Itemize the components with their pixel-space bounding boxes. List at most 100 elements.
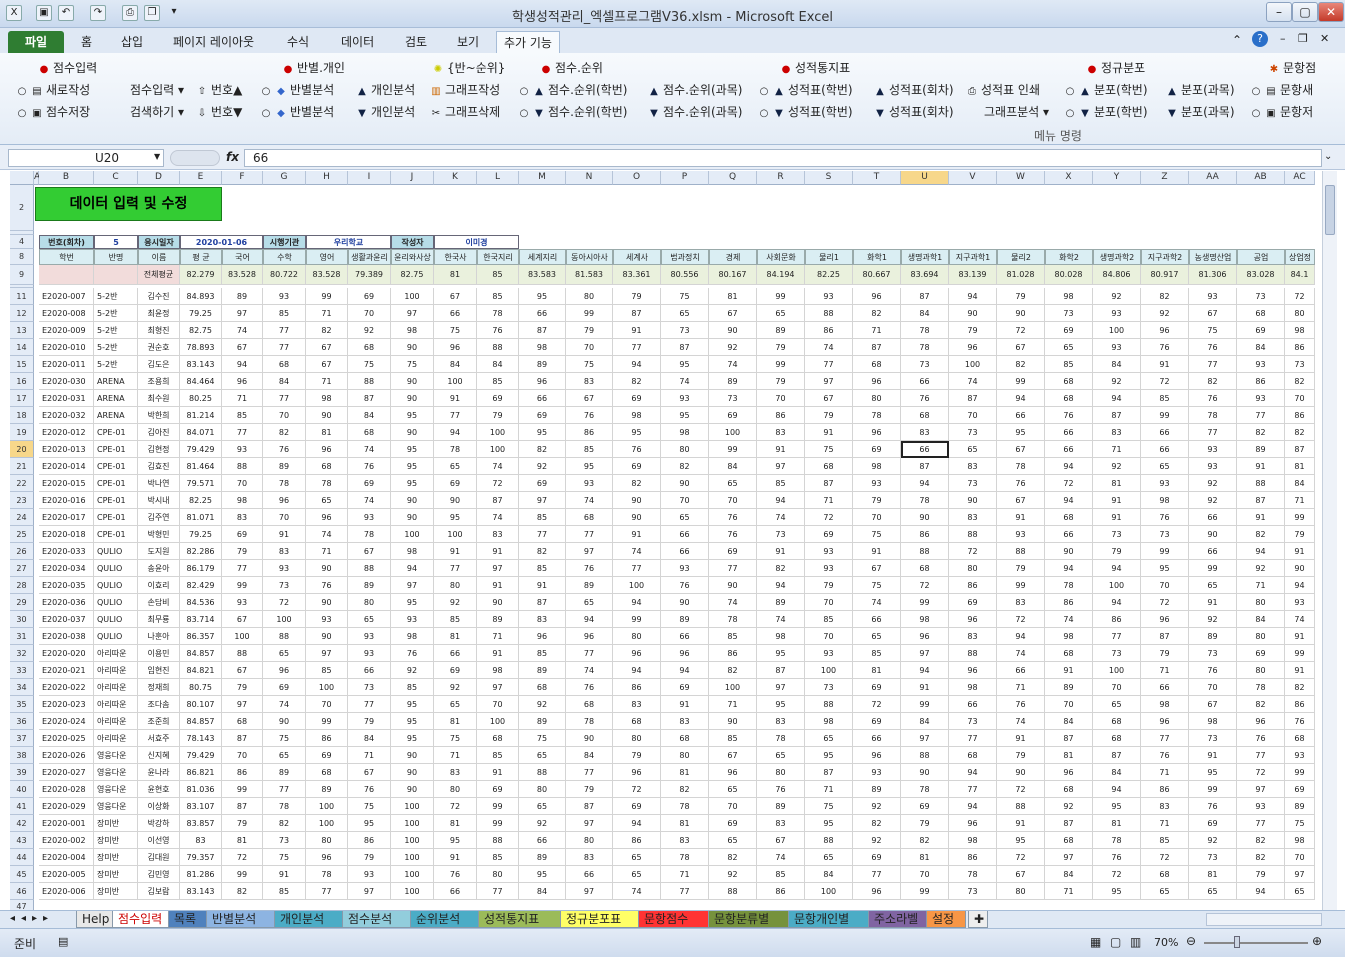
data-cell[interactable]: 82.429	[180, 577, 222, 594]
data-cell[interactable]: 78	[949, 866, 997, 883]
data-cell[interactable]: 94	[613, 815, 661, 832]
data-cell[interactable]: E2020-016	[39, 492, 94, 509]
data-cell[interactable]: 78	[901, 339, 949, 356]
data-cell[interactable]: 99	[222, 577, 263, 594]
data-cell[interactable]: 68	[1045, 373, 1093, 390]
data-cell[interactable]: 69	[613, 458, 661, 475]
data-cell[interactable]: 98	[1045, 628, 1093, 645]
data-cell[interactable]: 83	[566, 373, 613, 390]
name-box[interactable]: U20	[8, 149, 164, 167]
data-cell[interactable]: 91	[805, 424, 853, 441]
row-header-40[interactable]: 40	[10, 781, 34, 798]
data-cell[interactable]: 91	[1189, 594, 1237, 611]
data-cell[interactable]: 66	[997, 662, 1045, 679]
data-cell[interactable]: 80	[661, 747, 709, 764]
data-cell[interactable]: 100	[263, 611, 306, 628]
data-cell[interactable]: 70	[1045, 696, 1093, 713]
data-cell[interactable]: 72	[222, 849, 263, 866]
data-cell[interactable]: 84	[1285, 475, 1315, 492]
row-header-24[interactable]: 24	[10, 509, 34, 526]
avg-value-cell[interactable]: 80.167	[709, 265, 757, 285]
data-cell[interactable]: 67	[997, 441, 1045, 458]
data-cell[interactable]: 71	[805, 781, 853, 798]
data-cell[interactable]: 96	[519, 373, 566, 390]
data-cell[interactable]: 아리따운	[94, 730, 138, 747]
data-cell[interactable]: 86	[1285, 339, 1315, 356]
data-cell[interactable]: 68	[348, 339, 391, 356]
data-cell[interactable]: 82	[853, 305, 901, 322]
row-header-2[interactable]: 2	[10, 185, 34, 231]
header-cell[interactable]: 평 균	[180, 249, 222, 265]
data-cell[interactable]: 81.286	[180, 866, 222, 883]
data-cell[interactable]: 96	[853, 288, 901, 305]
data-cell[interactable]: 89	[757, 798, 805, 815]
data-cell[interactable]: 68	[661, 730, 709, 747]
data-cell[interactable]: 65	[1189, 883, 1237, 900]
header-cell[interactable]: 화학2	[1045, 249, 1093, 265]
data-cell[interactable]: 81	[434, 628, 477, 645]
data-cell[interactable]: 91	[613, 322, 661, 339]
data-cell[interactable]: 69	[853, 713, 901, 730]
data-cell[interactable]: 70	[477, 696, 519, 713]
data-cell[interactable]: 72	[949, 543, 997, 560]
data-cell[interactable]: 86	[613, 832, 661, 849]
data-cell[interactable]: 74	[477, 509, 519, 526]
data-cell[interactable]: 김효진	[138, 458, 180, 475]
data-cell[interactable]: 71	[348, 747, 391, 764]
sheet-title-box[interactable]: 데이터 입력 및 수정	[35, 187, 222, 221]
report-print-button[interactable]: ⎙ 성적표 인쇄	[966, 81, 1040, 98]
data-cell[interactable]: 92	[434, 594, 477, 611]
data-cell[interactable]: 67	[306, 356, 348, 373]
data-cell[interactable]: 66	[1141, 441, 1189, 458]
sheet-tab[interactable]: 문항점수	[638, 911, 712, 928]
data-cell[interactable]: 88	[519, 764, 566, 781]
data-cell[interactable]: 93	[1189, 458, 1237, 475]
data-cell[interactable]: 79	[757, 339, 805, 356]
row-header-15[interactable]: 15	[10, 356, 34, 373]
data-cell[interactable]: 69	[901, 798, 949, 815]
data-cell[interactable]: 81.036	[180, 781, 222, 798]
search-dropdown[interactable]: 검색하기 ▾	[130, 103, 184, 120]
data-cell[interactable]: 69	[1237, 645, 1285, 662]
data-cell[interactable]: 70	[566, 339, 613, 356]
data-cell[interactable]: 99	[757, 288, 805, 305]
data-cell[interactable]: 69	[222, 526, 263, 543]
data-cell[interactable]: 94	[1093, 594, 1141, 611]
formula-resize-handle[interactable]	[170, 150, 220, 166]
data-cell[interactable]: 74	[997, 645, 1045, 662]
data-cell[interactable]: 98	[477, 662, 519, 679]
data-cell[interactable]: 85	[757, 866, 805, 883]
data-cell[interactable]: 99	[477, 815, 519, 832]
data-cell[interactable]: 90	[709, 713, 757, 730]
row-header-37[interactable]: 37	[10, 730, 34, 747]
data-cell[interactable]: 95	[1141, 560, 1189, 577]
data-cell[interactable]: 93	[805, 288, 853, 305]
data-cell[interactable]: 67	[434, 288, 477, 305]
data-cell[interactable]: 89	[263, 458, 306, 475]
class-analysis-button-2[interactable]: ○ ◆ 반별분석	[260, 103, 335, 120]
data-cell[interactable]: 93	[1237, 798, 1285, 815]
data-cell[interactable]: E2020-021	[39, 662, 94, 679]
data-cell[interactable]: 90	[306, 407, 348, 424]
data-cell[interactable]: 박시내	[138, 492, 180, 509]
data-cell[interactable]: 65	[1141, 883, 1189, 900]
header-cell[interactable]: 생활과윤리	[348, 249, 391, 265]
data-cell[interactable]: 윤나라	[138, 764, 180, 781]
data-cell[interactable]: 73	[949, 713, 997, 730]
data-cell[interactable]: 99	[901, 696, 949, 713]
column-header-E[interactable]: E	[180, 171, 222, 185]
data-cell[interactable]: 99	[1285, 764, 1315, 781]
data-cell[interactable]: 82	[1285, 373, 1315, 390]
tab-formulas[interactable]: 수식	[280, 31, 316, 53]
data-cell[interactable]: 86	[306, 730, 348, 747]
data-cell[interactable]: 92	[853, 798, 901, 815]
personal-analysis-button-2[interactable]: ▼ 개인분석	[356, 103, 415, 120]
data-cell[interactable]: 72	[805, 509, 853, 526]
data-cell[interactable]: 86	[348, 832, 391, 849]
data-cell[interactable]: 95	[519, 866, 566, 883]
header-cell[interactable]: 물리1	[805, 249, 853, 265]
data-cell[interactable]: 91	[997, 730, 1045, 747]
data-cell[interactable]: 76	[306, 577, 348, 594]
data-cell[interactable]: 80	[306, 832, 348, 849]
data-cell[interactable]: E2020-037	[39, 611, 94, 628]
